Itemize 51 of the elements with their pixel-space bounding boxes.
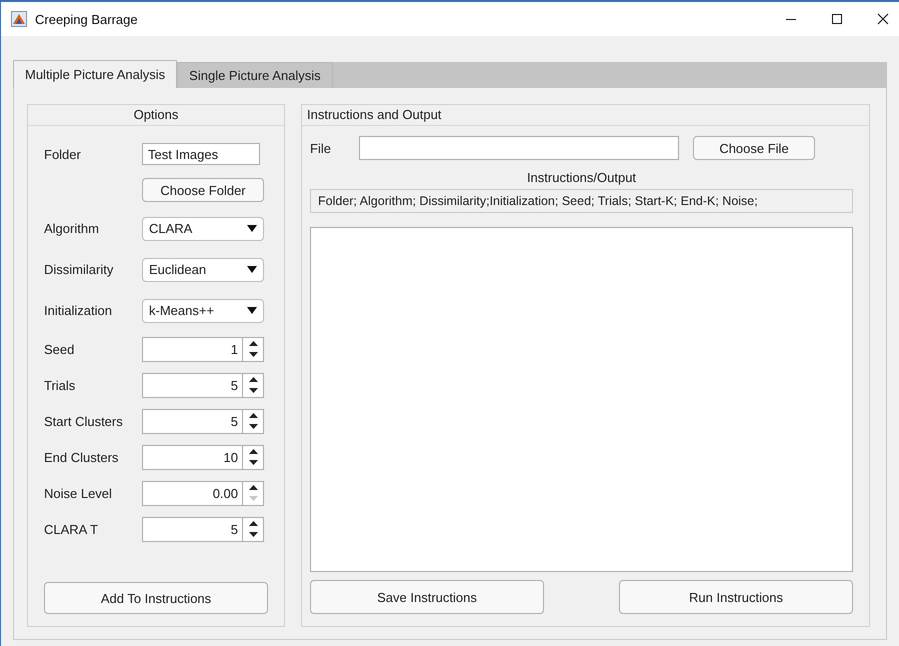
peak-icon [11,11,27,27]
field-label: Folder [44,146,82,162]
add-to-instructions-button[interactable]: Add To Instructions [44,582,268,614]
field-label: Start Clusters [44,414,124,428]
spinner-field[interactable]: 1 [142,336,264,362]
panel-title: Instructions and Output [302,105,869,126]
down-arrow-icon[interactable] [248,352,258,358]
spinner-field[interactable]: 5 [142,408,264,434]
instructions-button[interactable]: Run Instructions [619,580,853,614]
field-label: Trials [44,378,76,392]
spinner-field[interactable]: 5 [142,516,264,542]
spinner-field[interactable]: 0.00 [142,480,264,506]
down-arrow-icon[interactable] [248,532,258,538]
caret-icon [247,307,257,314]
up-arrow-icon[interactable] [248,520,258,526]
down-arrow-icon[interactable] [248,424,258,430]
instructions-button[interactable]: Save Instructions [310,580,544,614]
down-arrow-icon[interactable] [248,388,258,394]
field-label: CLARA T [44,522,99,536]
up-arrow-icon[interactable] [248,340,258,346]
up-arrow-icon[interactable] [248,448,258,454]
file-field[interactable] [359,136,679,160]
dropdown[interactable]: Euclidean [142,258,264,282]
folder-field[interactable]: Test Images [142,143,260,165]
caret-icon [247,266,257,273]
up-arrow-icon[interactable] [248,484,258,490]
dropdown[interactable]: k-Means++ [142,298,264,322]
choose-folder-button[interactable]: Choose Folder [142,178,264,202]
caret-icon [247,225,257,232]
tab[interactable]: Single Picture Analysis [177,62,333,88]
window-title: Creeping Barrage [35,12,138,26]
close-icon[interactable] [877,13,889,25]
tab[interactable]: Multiple Picture Analysis [13,60,178,88]
spinner-field[interactable]: 5 [142,372,264,398]
field-label: Dissimilarity [44,262,114,277]
field-label: File [310,140,332,156]
field-label: Algorithm [44,221,100,236]
output-heading: Instructions/Output [526,170,638,185]
up-arrow-icon[interactable] [248,376,258,382]
field-label: Initialization [44,303,113,318]
dropdown[interactable]: CLARA [142,216,264,240]
panel-title: Options [28,105,284,126]
up-arrow-icon[interactable] [248,412,258,418]
down-arrow-icon[interactable] [248,460,258,466]
spinner-field[interactable]: 10 [142,444,264,470]
instructions-header: Folder; Algorithm; Dissimilarity;Initialization; Seed; Trials; Start-K; End-K; Noise; [310,189,853,213]
maximize-icon[interactable] [831,13,843,25]
field-label: End Clusters [44,450,120,464]
field-label: Noise Level [44,486,113,500]
choose-file-button[interactable]: Choose File [693,136,815,160]
field-label: Seed [44,342,76,356]
